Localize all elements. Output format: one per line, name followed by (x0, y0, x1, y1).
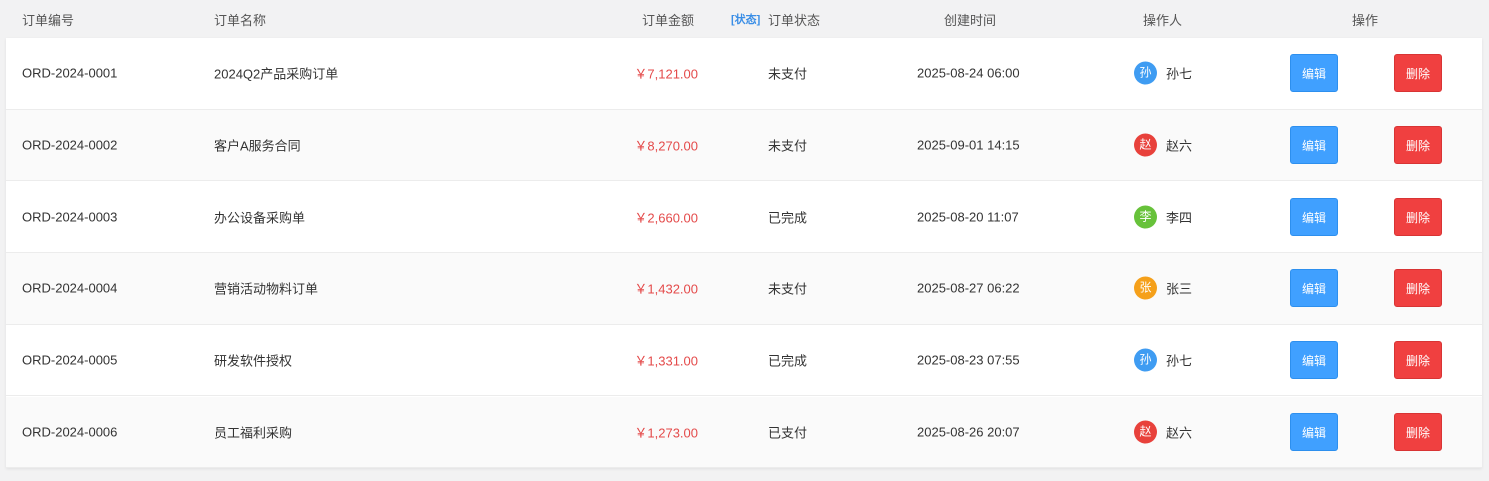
order-no: ORD-2024-0002 (22, 137, 118, 153)
table-row: ORD-2024-0006 员工福利采购 ￥1,273.00 已支付 2025-08-2… (6, 396, 1482, 469)
delete-button[interactable]: 删除 (1394, 269, 1442, 308)
delete-button[interactable]: 删除 (1394, 197, 1442, 236)
order-status: 已完成 (768, 210, 808, 226)
created-time: 2025-08-23 07:55 (917, 352, 1020, 368)
operator-name: 孙七 (1166, 353, 1193, 369)
avatar: 赵 (1134, 133, 1157, 157)
order-no: ORD-2024-0005 (22, 352, 118, 368)
operator-name: 张三 (1166, 281, 1193, 297)
delete-button[interactable]: 删除 (1394, 54, 1442, 93)
order-no: ORD-2024-0001 (22, 65, 118, 81)
order-name: 营销活动物料订单 (214, 281, 319, 297)
table-row: ORD-2024-0003 办公设备采购单 ￥2,660.00 已完成 2025-08-… (6, 181, 1482, 254)
table-row: ORD-2024-0002 客户A服务合同 ￥8,270.00 未支付 2025-09-… (6, 109, 1482, 182)
avatar: 李 (1134, 205, 1157, 229)
edit-button[interactable]: 编辑 (1290, 269, 1338, 308)
created-time: 2025-08-24 06:00 (917, 65, 1020, 81)
table-header: 订单编号 订单名称 订单金额 [状态] 订单状态 创建时间 操作人 操作 (0, 0, 1489, 38)
order-status: 未支付 (768, 66, 808, 82)
order-status: 未支付 (768, 138, 808, 154)
orders-page: 订单编号 订单名称 订单金额 [状态] 订单状态 创建时间 操作人 操作 ORD… (0, 0, 1489, 481)
edit-button[interactable]: 编辑 (1290, 412, 1338, 451)
table-row: ORD-2024-0005 研发软件授权 ￥1,331.00 已完成 2025-08-2… (6, 325, 1482, 397)
operator: 赵赵六 (1134, 420, 1193, 444)
order-no: ORD-2024-0006 (22, 424, 118, 440)
created-time: 2025-08-20 11:07 (917, 209, 1019, 225)
operator: 张张三 (1134, 276, 1193, 300)
orders-table: ORD-2024-0001 2024Q2产品采购订单 ￥7,121.00 未支付 202… (6, 38, 1482, 469)
avatar: 孙 (1134, 348, 1157, 372)
order-no: ORD-2024-0004 (22, 280, 118, 296)
operator: 李李四 (1134, 205, 1193, 229)
avatar: 张 (1134, 276, 1157, 300)
operator-name: 孙七 (1166, 66, 1193, 82)
created-time: 2025-08-27 06:22 (917, 280, 1020, 296)
order-status: 未支付 (768, 281, 808, 297)
delete-button[interactable]: 删除 (1394, 412, 1442, 451)
order-amount: ￥7,121.00 (634, 66, 698, 82)
order-name: 员工福利采购 (214, 425, 293, 441)
header-order-name[interactable]: 订单名称 (214, 10, 266, 29)
operator-name: 赵六 (1166, 425, 1193, 441)
operator-name: 李四 (1166, 210, 1193, 226)
edit-button[interactable]: 编辑 (1290, 197, 1338, 236)
order-amount: ￥1,432.00 (634, 281, 698, 297)
header-created[interactable]: 创建时间 (944, 10, 996, 29)
operator: 孙孙七 (1134, 348, 1193, 372)
delete-button[interactable]: 删除 (1394, 126, 1442, 165)
created-time: 2025-09-01 14:15 (917, 137, 1020, 153)
operator: 赵赵六 (1134, 133, 1193, 157)
avatar: 孙 (1134, 61, 1157, 85)
delete-button[interactable]: 删除 (1394, 341, 1442, 380)
order-name: 2024Q2产品采购订单 (214, 66, 339, 82)
order-name: 办公设备采购单 (214, 210, 306, 226)
header-actions: 操作 (1352, 13, 1379, 28)
header-order-no[interactable]: 订单编号 (22, 10, 74, 29)
edit-button[interactable]: 编辑 (1290, 341, 1338, 380)
header-status[interactable]: 订单状态 (768, 10, 820, 29)
order-amount: ￥1,273.00 (634, 425, 698, 441)
header-amount[interactable]: 订单金额 (642, 10, 694, 29)
order-amount: ￥2,660.00 (634, 210, 698, 226)
order-name: 客户A服务合同 (214, 138, 301, 154)
order-no: ORD-2024-0003 (22, 209, 118, 225)
edit-button[interactable]: 编辑 (1290, 54, 1338, 93)
created-time: 2025-08-26 20:07 (917, 424, 1020, 440)
header-status-tag: [状态] (731, 14, 761, 26)
order-name: 研发软件授权 (214, 353, 293, 369)
header-operator: 操作人 (1143, 13, 1183, 28)
order-status: 已完成 (768, 353, 808, 369)
edit-button[interactable]: 编辑 (1290, 126, 1338, 165)
order-amount: ￥8,270.00 (634, 138, 698, 154)
operator-name: 赵六 (1166, 138, 1193, 154)
avatar: 赵 (1134, 420, 1157, 444)
table-row: ORD-2024-0001 2024Q2产品采购订单 ￥7,121.00 未支付 202… (6, 38, 1482, 110)
order-status: 已支付 (768, 425, 808, 441)
order-amount: ￥1,331.00 (634, 353, 698, 369)
table-row: ORD-2024-0004 营销活动物料订单 ￥1,432.00 未支付 2025-08… (6, 253, 1482, 325)
operator: 孙孙七 (1134, 61, 1193, 85)
